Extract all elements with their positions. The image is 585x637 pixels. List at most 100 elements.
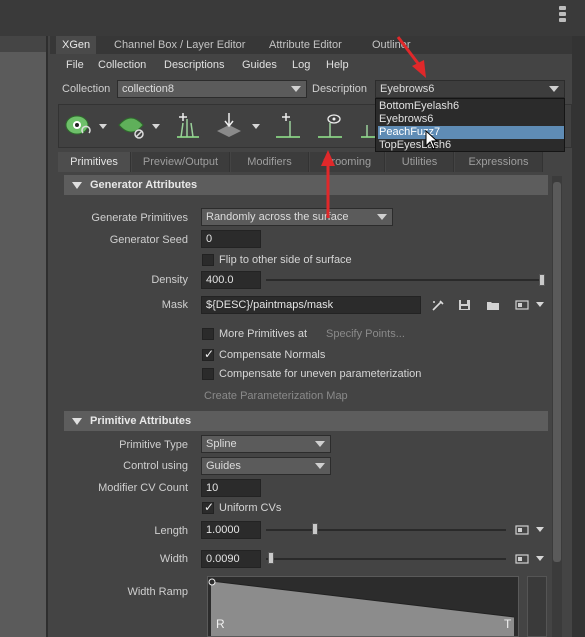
right-edge (572, 36, 585, 637)
control-using-dropdown[interactable]: Guides (201, 457, 331, 475)
scrollbar-thumb[interactable] (553, 182, 561, 562)
density-label: Density (151, 274, 188, 286)
width-slider-track[interactable] (266, 558, 506, 560)
collection-dropdown[interactable]: collection8 (117, 80, 307, 98)
generator-seed-field[interactable]: 0 (201, 230, 261, 248)
add-guide-icon[interactable] (272, 109, 306, 143)
eye-create-icon[interactable] (63, 109, 97, 143)
overflow-menu-icon[interactable] (553, 4, 571, 24)
tab-expressions[interactable]: Expressions (455, 152, 543, 172)
plant-add-icon[interactable] (171, 109, 205, 143)
density-field[interactable]: 400.0 (201, 271, 261, 289)
tab-outliner[interactable]: Outliner (366, 36, 417, 54)
section-title: Generator Attributes (90, 179, 198, 191)
chevron-down-icon (315, 441, 325, 447)
length-field[interactable]: 1.0000 (201, 521, 261, 539)
more-primitives-checkbox[interactable] (202, 328, 214, 340)
menu-descriptions[interactable]: Descriptions (164, 59, 225, 71)
guide-eye-icon[interactable] (314, 109, 348, 143)
ramp-root-label: R (216, 617, 225, 631)
description-label: Description (312, 83, 368, 95)
chevron-down-icon[interactable] (536, 556, 544, 561)
specify-points-button[interactable]: Specify Points... (326, 328, 405, 340)
compensate-uneven-checkbox[interactable] (202, 368, 214, 380)
viewport-panel (0, 36, 48, 637)
leaf-delete-icon[interactable] (115, 109, 149, 143)
menu-file[interactable]: File (66, 59, 84, 71)
generate-primitives-value: Randomly across the surface (206, 211, 349, 223)
length-label: Length (154, 525, 188, 537)
generate-primitives-dropdown[interactable]: Randomly across the surface (201, 208, 393, 226)
create-parameterization-map-button[interactable]: Create Parameterization Map (204, 390, 348, 402)
save-icon[interactable] (458, 299, 472, 311)
paint-brush-icon[interactable] (431, 299, 445, 311)
uniform-cvs-label: Uniform CVs (219, 502, 282, 514)
chevron-down-icon[interactable] (99, 124, 107, 129)
cv-count-field[interactable]: 10 (201, 479, 261, 497)
option-eyebrows[interactable]: Eyebrows6 (378, 113, 564, 126)
primitive-type-label: Primitive Type (119, 439, 188, 451)
chevron-down-icon (315, 463, 325, 469)
ramp-side-panel[interactable] (527, 576, 547, 637)
density-slider-handle[interactable] (539, 274, 545, 286)
folder-icon[interactable] (486, 299, 500, 311)
flip-label: Flip to other side of surface (219, 254, 352, 266)
tab-xgen[interactable]: XGen (56, 36, 97, 54)
chevron-down-icon[interactable] (252, 124, 260, 129)
map-icon[interactable] (515, 299, 529, 311)
menu-collection[interactable]: Collection (98, 59, 146, 71)
tab-channel-box[interactable]: Channel Box / Layer Editor (108, 36, 251, 54)
tab-primitives[interactable]: Primitives (58, 152, 131, 172)
tab-grooming[interactable]: Grooming (310, 152, 385, 172)
length-slider-handle[interactable] (312, 523, 318, 535)
ramp-tip-label: T (504, 617, 512, 631)
chevron-down-icon (549, 86, 559, 92)
map-icon[interactable] (515, 524, 529, 536)
compensate-normals-label: Compensate Normals (219, 349, 326, 361)
collection-label: Collection (62, 83, 111, 95)
option-bottom-eyelash[interactable]: BottomEyelash6 (378, 100, 564, 113)
chevron-down-icon[interactable] (152, 124, 160, 129)
mask-field[interactable]: ${DESC}/paintmaps/mask (201, 296, 421, 314)
generate-primitives-label: Generate Primitives (91, 212, 188, 224)
primitive-type-dropdown[interactable]: Spline (201, 435, 331, 453)
uniform-cvs-checkbox[interactable] (202, 500, 214, 514)
width-ramp-graph[interactable]: R T (207, 576, 519, 637)
attributes-scrollbar[interactable] (552, 176, 562, 637)
more-primitives-label: More Primitives at (219, 328, 308, 340)
length-slider-track[interactable] (266, 529, 506, 531)
section-tab-bar: Primitives Preview/Output Modifiers Groo… (58, 152, 572, 172)
chevron-down-icon[interactable] (536, 527, 544, 532)
compensate-normals-checkbox[interactable] (202, 347, 214, 361)
collapse-triangle-icon (72, 182, 82, 189)
arrow-placement-icon[interactable] (213, 109, 247, 143)
tab-utilities[interactable]: Utilities (386, 152, 454, 172)
tab-preview-output[interactable]: Preview/Output (132, 152, 230, 172)
collapse-triangle-icon (72, 418, 82, 425)
menu-guides[interactable]: Guides (242, 59, 277, 71)
tab-modifiers[interactable]: Modifiers (231, 152, 309, 172)
option-peach-fuzz[interactable]: PeachFuzz7 (378, 126, 564, 139)
density-slider-track[interactable] (266, 279, 544, 281)
width-field[interactable]: 0.0090 (201, 550, 261, 568)
window-tab-bar: XGen Channel Box / Layer Editor Attribut… (50, 36, 572, 54)
width-ramp-label: Width Ramp (127, 586, 188, 598)
mask-label: Mask (161, 299, 188, 311)
collection-value: collection8 (122, 83, 174, 95)
chevron-down-icon (377, 214, 387, 220)
generator-attributes-header[interactable]: Generator Attributes (64, 175, 548, 195)
flip-checkbox[interactable] (202, 254, 214, 266)
map-icon[interactable] (515, 553, 529, 565)
width-slider-handle[interactable] (268, 552, 274, 564)
description-value: Eyebrows6 (380, 83, 435, 95)
menu-help[interactable]: Help (326, 59, 349, 71)
compensate-uneven-label: Compensate for uneven parameterization (219, 368, 422, 380)
chevron-down-icon[interactable] (536, 302, 544, 307)
tab-attribute-editor[interactable]: Attribute Editor (263, 36, 348, 54)
primitive-attributes-header[interactable]: Primitive Attributes (64, 411, 548, 431)
cv-count-label: Modifier CV Count (98, 482, 188, 494)
section-title: Primitive Attributes (90, 415, 192, 427)
description-dropdown[interactable]: Eyebrows6 (375, 80, 565, 98)
option-top-eyes-lash[interactable]: TopEyesLash6 (378, 139, 564, 152)
menu-log[interactable]: Log (292, 59, 310, 71)
